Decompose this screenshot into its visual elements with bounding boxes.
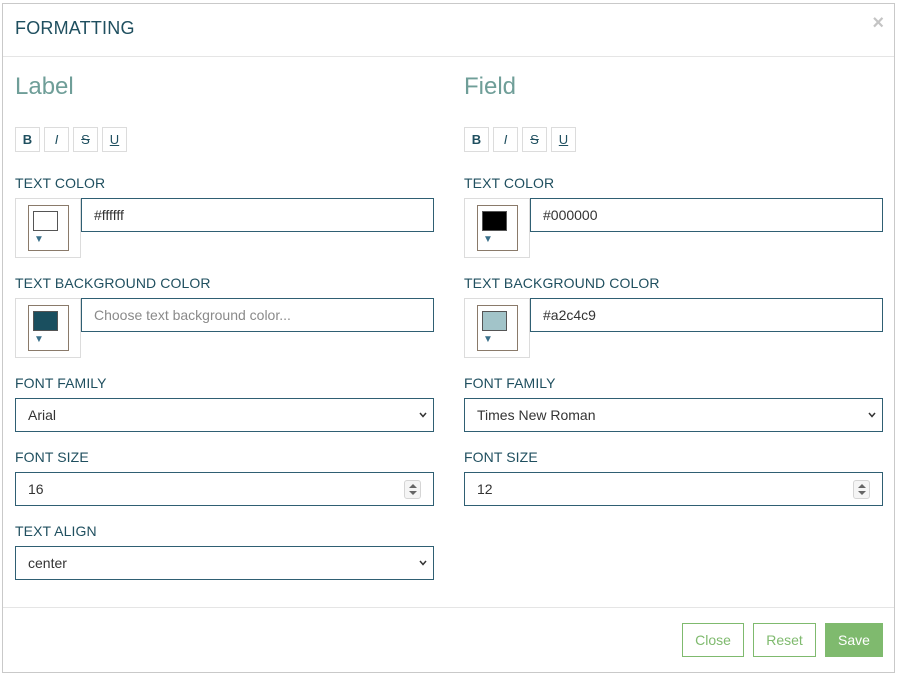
caret-down-icon: ▼ — [483, 234, 493, 245]
label-font-size-value: 16 — [28, 481, 44, 497]
field-underline-button[interactable]: U — [551, 127, 576, 152]
field-text-color-swatch — [482, 211, 507, 231]
field-font-family-label: FONT FAMILY — [464, 375, 556, 391]
close-button[interactable]: Close — [682, 623, 744, 657]
chevron-down-icon — [419, 412, 427, 418]
label-text-bg-color-swatch — [33, 311, 58, 331]
label-text-bg-color-picker: ▼ — [15, 298, 81, 358]
label-text-bg-color-dropdown[interactable]: ▼ — [28, 305, 69, 351]
label-font-family-select[interactable]: Arial — [15, 398, 434, 432]
label-text-color-swatch — [33, 211, 58, 231]
label-text-align-label: TEXT ALIGN — [15, 523, 97, 539]
label-text-align-select[interactable]: center — [15, 546, 434, 580]
field-text-bg-color-input[interactable] — [530, 298, 883, 332]
field-font-size-label: FONT SIZE — [464, 449, 538, 465]
dialog-title: FORMATTING — [15, 18, 135, 38]
field-text-color-input[interactable] — [530, 198, 883, 232]
label-text-color-picker: ▼ — [15, 198, 81, 258]
label-section-title: Label — [15, 73, 74, 100]
field-text-color-label: TEXT COLOR — [464, 175, 555, 191]
field-section-title: Field — [464, 73, 517, 100]
formatting-dialog: FORMATTING × Label B I S U TEXT COLOR ▼ … — [2, 3, 895, 673]
label-italic-button[interactable]: I — [44, 127, 69, 152]
number-spinner-icon[interactable] — [404, 480, 421, 499]
label-format-toolbar: B I S U — [15, 127, 131, 152]
label-text-align-value: center — [28, 555, 67, 571]
field-italic-button[interactable]: I — [493, 127, 518, 152]
label-strikethrough-button[interactable]: S — [73, 127, 98, 152]
label-font-family-label: FONT FAMILY — [15, 375, 107, 391]
field-text-bg-color-picker: ▼ — [464, 298, 530, 358]
dialog-header: FORMATTING × — [3, 4, 894, 57]
label-font-size-label: FONT SIZE — [15, 449, 89, 465]
field-text-bg-color-swatch — [482, 311, 507, 331]
label-text-color-label: TEXT COLOR — [15, 175, 106, 191]
save-button[interactable]: Save — [825, 623, 883, 657]
field-font-size-value: 12 — [477, 481, 493, 497]
caret-down-icon: ▼ — [34, 334, 44, 345]
label-text-bg-color-input[interactable] — [81, 298, 434, 332]
field-font-family-value: Times New Roman — [477, 407, 596, 423]
field-bold-button[interactable]: B — [464, 127, 489, 152]
field-font-family-select[interactable]: Times New Roman — [464, 398, 883, 432]
caret-down-icon: ▼ — [483, 334, 493, 345]
label-text-bg-color-label: TEXT BACKGROUND COLOR — [15, 275, 211, 291]
number-spinner-icon[interactable] — [853, 480, 870, 499]
field-font-size-input[interactable]: 12 — [464, 472, 883, 506]
field-format-toolbar: B I S U — [464, 127, 580, 152]
label-bold-button[interactable]: B — [15, 127, 40, 152]
field-text-bg-color-label: TEXT BACKGROUND COLOR — [464, 275, 660, 291]
chevron-down-icon — [868, 412, 876, 418]
field-text-color-dropdown[interactable]: ▼ — [477, 205, 518, 251]
label-text-color-input[interactable] — [81, 198, 434, 232]
field-text-bg-color-dropdown[interactable]: ▼ — [477, 305, 518, 351]
label-text-color-dropdown[interactable]: ▼ — [28, 205, 69, 251]
field-text-color-picker: ▼ — [464, 198, 530, 258]
caret-down-icon: ▼ — [34, 234, 44, 245]
chevron-down-icon — [419, 560, 427, 566]
label-underline-button[interactable]: U — [102, 127, 127, 152]
label-font-family-value: Arial — [28, 407, 57, 423]
close-icon[interactable]: × — [872, 13, 884, 33]
footer-divider — [3, 607, 894, 608]
reset-button[interactable]: Reset — [753, 623, 816, 657]
field-strikethrough-button[interactable]: S — [522, 127, 547, 152]
label-font-size-input[interactable]: 16 — [15, 472, 434, 506]
